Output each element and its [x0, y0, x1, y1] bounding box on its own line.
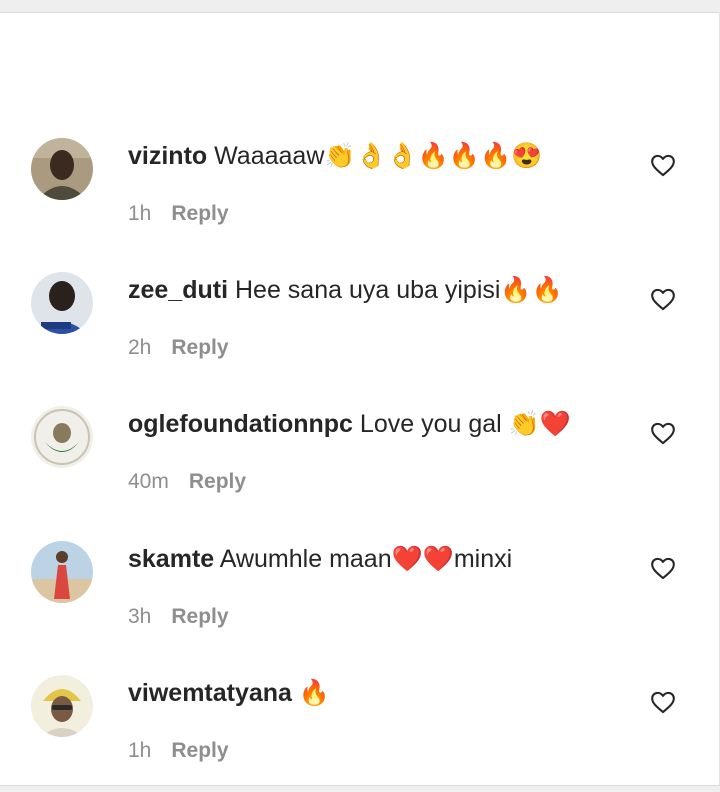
- top-bar: [0, 0, 720, 13]
- comment-time: 1h: [128, 202, 152, 225]
- comment-body: 🔥: [298, 679, 331, 707]
- comment-username[interactable]: vizinto: [128, 142, 207, 170]
- comment-body: Awumhle maan❤️❤️minxi: [219, 545, 513, 573]
- bottom-bar: [0, 785, 720, 792]
- heart-outline-icon[interactable]: [650, 556, 676, 580]
- comment-item: oglefoundationnpc Love you gal 👏❤️ 40m Re…: [0, 406, 720, 506]
- comment-username[interactable]: skamte: [128, 545, 214, 573]
- comment-text: viwemtatyana 🔥: [128, 676, 330, 710]
- avatar-oglefoundationnpc[interactable]: [31, 406, 93, 468]
- comment-body: Hee sana uya uba yipisi🔥🔥: [234, 276, 563, 304]
- avatar-vizinto[interactable]: [31, 138, 93, 200]
- comment-item: skamte Awumhle maan❤️❤️minxi 3h Reply: [0, 541, 720, 641]
- comment-meta: 2h Reply: [128, 334, 229, 362]
- heart-outline-icon[interactable]: [650, 153, 676, 177]
- heart-outline-icon[interactable]: [650, 287, 676, 311]
- comment-item: vizinto Waaaaaw👏👌👌🔥🔥🔥😍 1h Reply: [0, 138, 720, 238]
- heart-outline-icon[interactable]: [650, 421, 676, 445]
- comment-time: 3h: [128, 605, 152, 628]
- comment-time: 40m: [128, 470, 169, 493]
- reply-button[interactable]: Reply: [171, 202, 228, 225]
- comment-time: 1h: [128, 739, 152, 762]
- comment-body: Love you gal 👏❤️: [359, 410, 571, 438]
- comment-item: zee_duti Hee sana uya uba yipisi🔥🔥 2h Rep…: [0, 272, 720, 372]
- comment-meta: 40m Reply: [128, 468, 246, 496]
- comment-body: Waaaaaw👏👌👌🔥🔥🔥😍: [214, 142, 543, 170]
- avatar-viwemtatyana[interactable]: [31, 675, 93, 737]
- heart-outline-icon[interactable]: [650, 690, 676, 714]
- avatar-skamte[interactable]: [31, 541, 93, 603]
- comment-username[interactable]: zee_duti: [128, 276, 228, 304]
- reply-button[interactable]: Reply: [171, 605, 228, 628]
- reply-button[interactable]: Reply: [171, 739, 228, 762]
- comment-text: zee_duti Hee sana uya uba yipisi🔥🔥: [128, 273, 563, 307]
- comment-time: 2h: [128, 336, 152, 359]
- reply-button[interactable]: Reply: [189, 470, 246, 493]
- comment-username[interactable]: oglefoundationnpc: [128, 410, 353, 438]
- comment-item: viwemtatyana 🔥 1h Reply: [0, 675, 720, 775]
- comment-meta: 3h Reply: [128, 603, 229, 631]
- reply-button[interactable]: Reply: [171, 336, 228, 359]
- comment-text: oglefoundationnpc Love you gal 👏❤️: [128, 407, 571, 441]
- avatar-zee-duti[interactable]: [31, 272, 93, 334]
- comment-text: skamte Awumhle maan❤️❤️minxi: [128, 542, 512, 576]
- comment-meta: 1h Reply: [128, 737, 229, 765]
- comment-username[interactable]: viwemtatyana: [128, 679, 292, 707]
- comment-meta: 1h Reply: [128, 200, 229, 228]
- comment-text: vizinto Waaaaaw👏👌👌🔥🔥🔥😍: [128, 139, 542, 173]
